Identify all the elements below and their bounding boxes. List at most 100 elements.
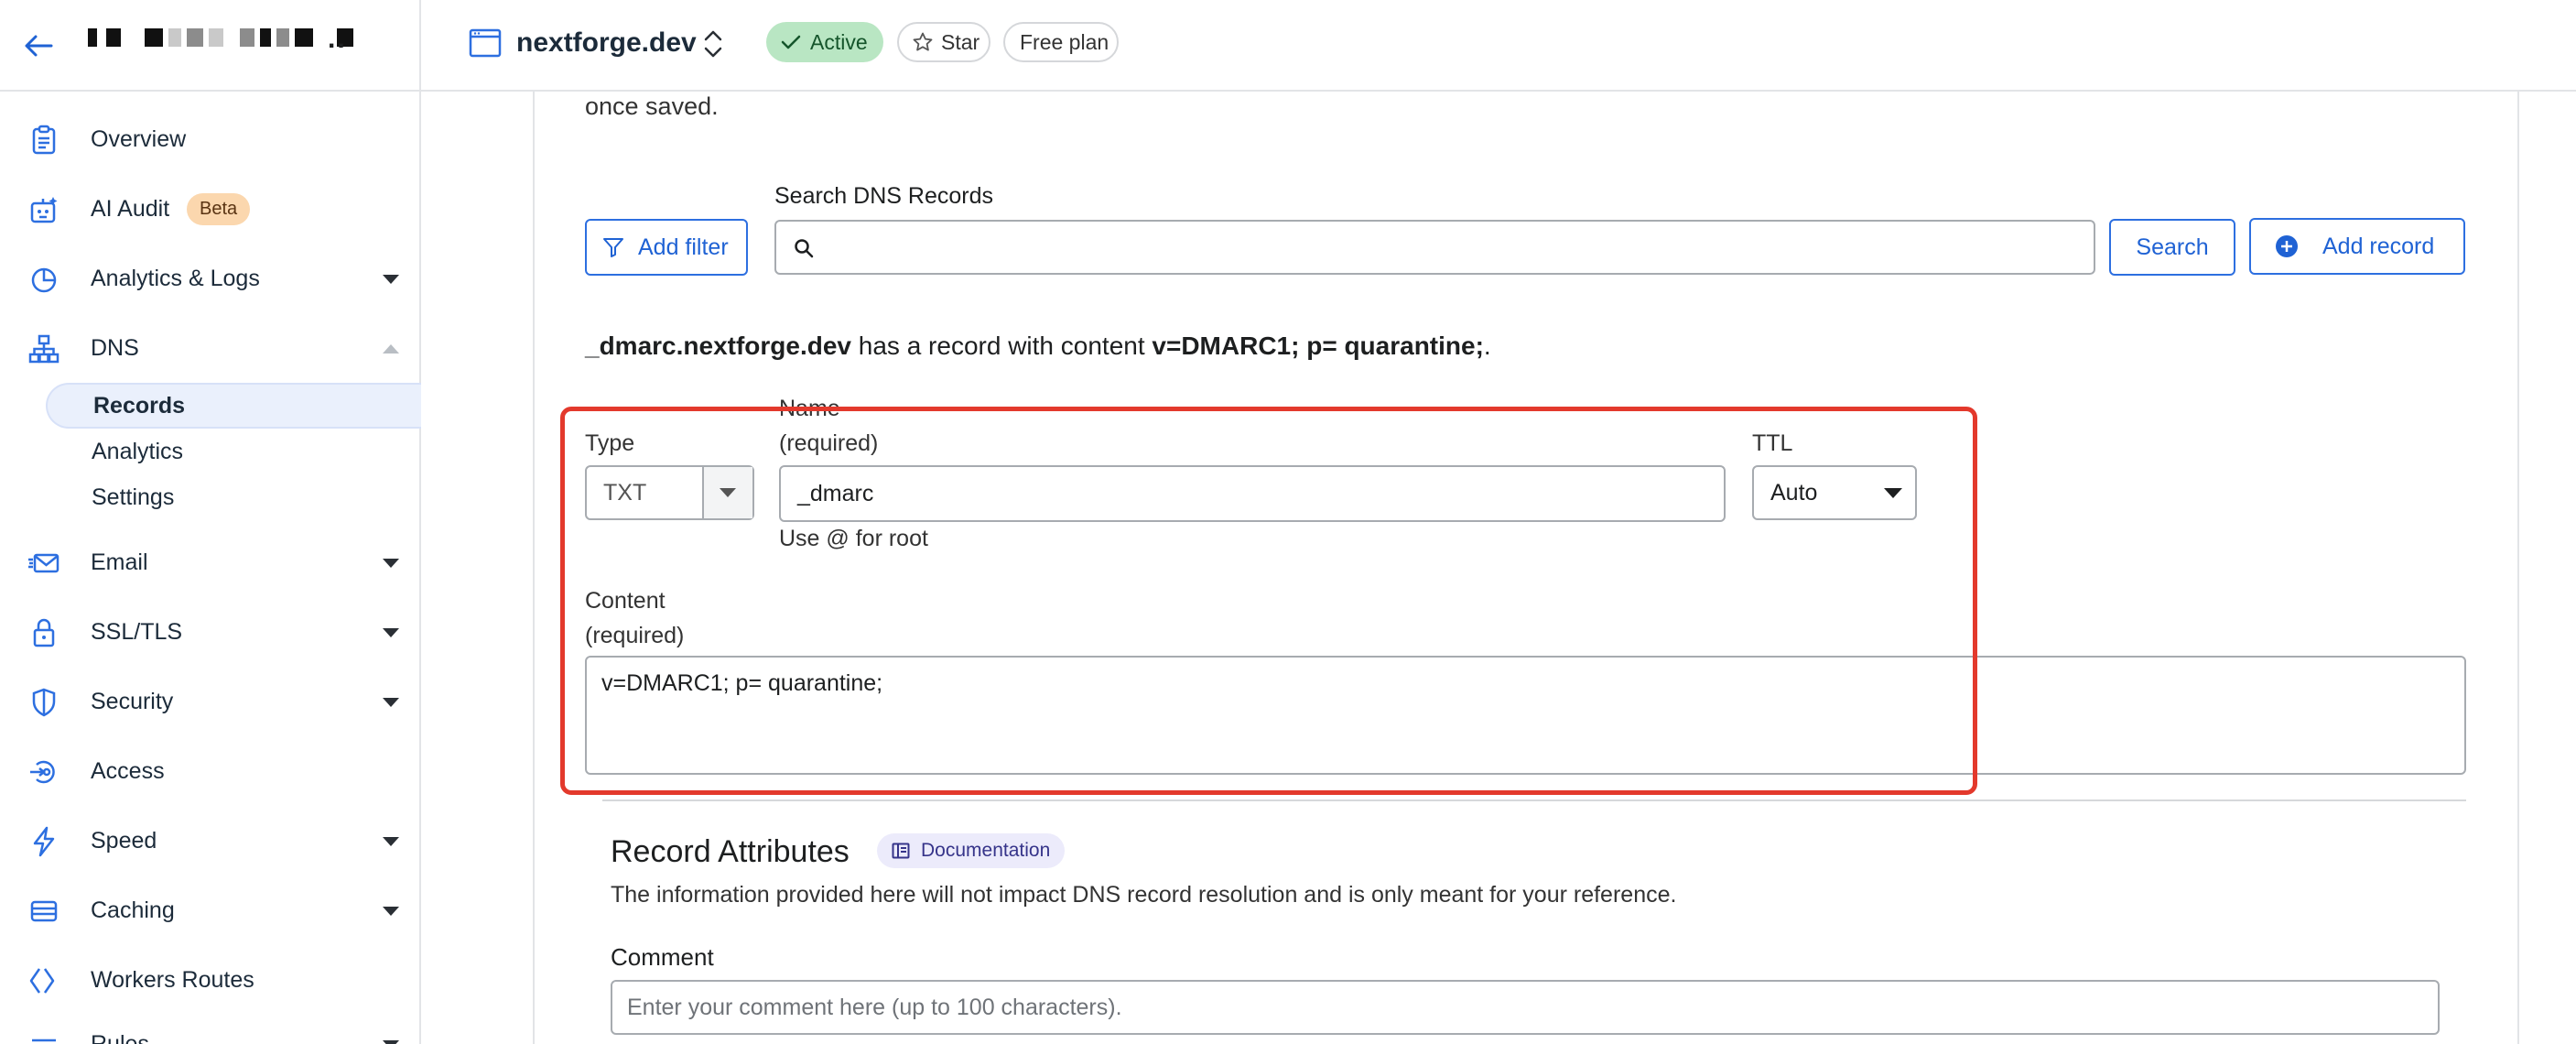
summary-middle: has a record with content — [851, 332, 1153, 360]
sidebar-item-workers-routes[interactable]: Workers Routes — [0, 952, 419, 1007]
sidebar-item-dns[interactable]: DNS — [0, 321, 419, 375]
sidebar-item-speed[interactable]: Speed — [0, 813, 419, 868]
account-header: .. — [0, 0, 419, 92]
account-name-redacted[interactable] — [88, 28, 353, 47]
clipboard-icon — [28, 125, 60, 156]
search-label: Search DNS Records — [774, 183, 993, 209]
search-button[interactable]: Search — [2109, 219, 2235, 276]
chevron-down-icon — [383, 698, 399, 707]
type-label: Type — [585, 430, 635, 456]
sidebar-subitem-analytics[interactable]: Analytics — [46, 429, 421, 474]
type-dropdown-toggle[interactable] — [702, 467, 752, 518]
sidebar-subitem-settings[interactable]: Settings — [46, 474, 421, 520]
sidebar-item-rules[interactable]: Rules — [0, 1017, 419, 1044]
star-button[interactable]: Star — [897, 22, 990, 62]
ttl-value: Auto — [1770, 479, 1818, 506]
sidebar-subitem-records[interactable]: Records — [46, 383, 421, 429]
email-icon — [28, 548, 60, 579]
top-bar: nextforge.dev Active Star Free plan — [421, 0, 2576, 92]
chevron-down-icon — [383, 559, 399, 568]
sidebar-item-label: Access — [91, 757, 165, 784]
sidebar-item-caching[interactable]: Caching — [0, 883, 419, 938]
check-icon — [781, 35, 801, 49]
storage-icon — [28, 896, 60, 927]
search-input[interactable] — [774, 220, 2095, 275]
sidebar-subitem-label: Analytics — [92, 438, 184, 464]
attributes-description: The information provided here will not i… — [611, 882, 1677, 908]
sidebar-subitem-label: Records — [93, 392, 186, 419]
caret-down-icon — [720, 488, 736, 497]
status-label: Active — [810, 29, 868, 54]
documentation-link[interactable]: Documentation — [877, 833, 1066, 868]
sidebar-item-label: Workers Routes — [91, 966, 254, 993]
content-textarea[interactable]: v=DMARC1; p= quarantine; — [585, 656, 2466, 775]
site-switcher-chevron-icon[interactable] — [701, 27, 725, 60]
sidebar-item-label: DNS — [91, 334, 139, 361]
sidebar-item-label: SSL/TLS — [91, 618, 183, 645]
documentation-label: Documentation — [921, 840, 1051, 861]
name-input[interactable]: _dmarc — [779, 465, 1726, 522]
sidebar-item-ai-audit[interactable]: AI Audit Beta — [0, 181, 419, 236]
caret-down-icon — [1884, 488, 1902, 498]
summary-end: . — [1483, 332, 1491, 360]
workers-icon — [28, 965, 60, 996]
sidebar-item-ssl-tls[interactable]: SSL/TLS — [0, 604, 419, 659]
sidebar: .. Overview AI Audit Beta Analytics & Lo… — [0, 0, 421, 1044]
status-badge: Active — [766, 22, 883, 62]
plan-badge[interactable]: Free plan — [1003, 22, 1119, 62]
summary-content: v=DMARC1; p= quarantine; — [1152, 332, 1484, 360]
sidebar-item-label: Overview — [91, 125, 187, 152]
chevron-down-icon — [383, 1040, 399, 1044]
intro-text: once saved. — [585, 92, 719, 120]
content-value: v=DMARC1; p= quarantine; — [601, 670, 883, 696]
sidebar-item-label: Email — [91, 549, 148, 575]
chevron-down-icon — [383, 837, 399, 846]
access-icon — [28, 756, 60, 788]
filter-icon — [603, 238, 623, 257]
add-filter-label: Add filter — [638, 234, 729, 260]
beta-badge: Beta — [187, 193, 251, 225]
search-icon — [795, 239, 814, 258]
sidebar-item-label: Analytics & Logs — [91, 265, 260, 291]
plus-circle-icon — [2276, 235, 2298, 257]
summary-host: _dmarc.nextforge.dev — [585, 332, 851, 360]
name-hint: Use @ for root — [779, 526, 928, 551]
lock-icon — [28, 617, 60, 648]
browser-window-icon — [469, 27, 502, 59]
ttl-select[interactable]: Auto — [1752, 465, 1917, 520]
chevron-up-icon — [383, 344, 399, 353]
sidebar-subitem-label: Settings — [92, 484, 175, 510]
record-summary: _dmarc.nextforge.dev has a record with c… — [585, 332, 1491, 361]
book-icon — [892, 843, 910, 859]
comment-placeholder: Enter your comment here (up to 100 chara… — [627, 994, 1122, 1020]
lightning-icon — [28, 826, 60, 857]
sidebar-item-label: Rules — [91, 1030, 149, 1044]
pie-chart-icon — [28, 264, 60, 295]
name-value: _dmarc — [797, 480, 874, 506]
back-arrow-icon[interactable] — [20, 27, 57, 64]
sidebar-item-label: Speed — [91, 827, 157, 854]
sidebar-item-email[interactable]: Email — [0, 535, 419, 590]
add-record-label: Add record — [2322, 233, 2435, 259]
sidebar-item-label: Caching — [91, 897, 175, 923]
sidebar-item-security[interactable]: Security — [0, 674, 419, 729]
site-name: nextforge.dev — [516, 27, 697, 58]
network-icon — [28, 333, 60, 364]
attributes-title: Record Attributes — [611, 834, 850, 869]
sidebar-item-overview[interactable]: Overview — [0, 112, 419, 167]
add-record-button[interactable]: Add record — [2249, 218, 2465, 275]
type-select[interactable]: TXT — [585, 465, 754, 520]
search-button-label: Search — [2136, 234, 2209, 260]
type-value: TXT — [603, 479, 647, 506]
name-label: Name — [779, 396, 840, 421]
sidebar-item-access[interactable]: Access — [0, 744, 419, 799]
star-icon — [913, 32, 933, 51]
sidebar-item-analytics-logs[interactable]: Analytics & Logs — [0, 251, 419, 306]
robot-icon — [28, 194, 60, 225]
account-more[interactable]: .. — [328, 24, 347, 55]
ttl-label: TTL — [1752, 430, 1793, 456]
sidebar-item-label: AI Audit — [91, 195, 170, 222]
comment-input[interactable]: Enter your comment here (up to 100 chara… — [611, 980, 2440, 1035]
add-filter-button[interactable]: Add filter — [585, 219, 748, 276]
chevron-down-icon — [383, 275, 399, 284]
